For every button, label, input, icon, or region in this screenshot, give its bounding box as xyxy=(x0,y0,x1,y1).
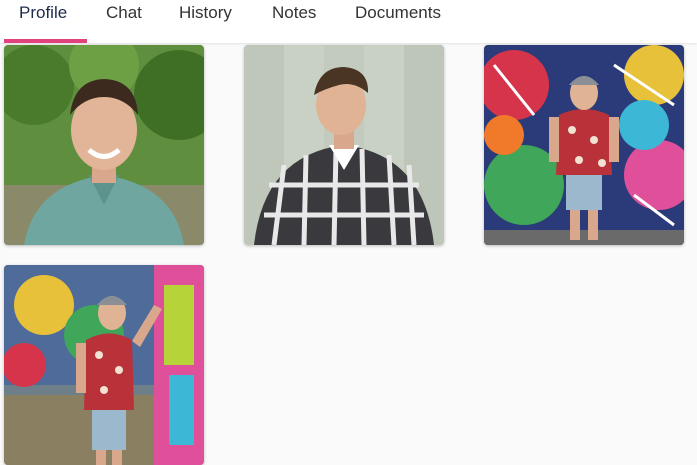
tab-chat[interactable]: Chat xyxy=(106,0,142,43)
tab-notes-label: Notes xyxy=(272,3,317,22)
tab-profile-label: Profile xyxy=(19,3,68,22)
photo-image-3 xyxy=(484,45,684,245)
active-tab-indicator xyxy=(4,39,87,43)
photo-thumbnail-3[interactable] xyxy=(484,45,684,245)
tab-chat-label: Chat xyxy=(106,3,142,22)
photo-thumbnail-2[interactable] xyxy=(244,45,444,245)
photo-image-1 xyxy=(4,45,204,245)
tab-documents-label: Documents xyxy=(355,3,441,22)
tab-bar: Profile Chat History Notes Documents xyxy=(0,0,697,43)
tab-notes[interactable]: Notes xyxy=(272,0,316,43)
tab-history-label: History xyxy=(179,3,232,22)
photo-image-4 xyxy=(4,265,204,465)
tab-profile[interactable]: Profile xyxy=(19,0,67,43)
photo-image-2 xyxy=(244,45,444,245)
photo-thumbnail-4[interactable] xyxy=(4,265,204,465)
tab-documents[interactable]: Documents xyxy=(355,0,441,43)
photo-gallery xyxy=(0,43,697,465)
photo-thumbnail-1[interactable] xyxy=(4,45,204,245)
tab-history[interactable]: History xyxy=(179,0,232,43)
